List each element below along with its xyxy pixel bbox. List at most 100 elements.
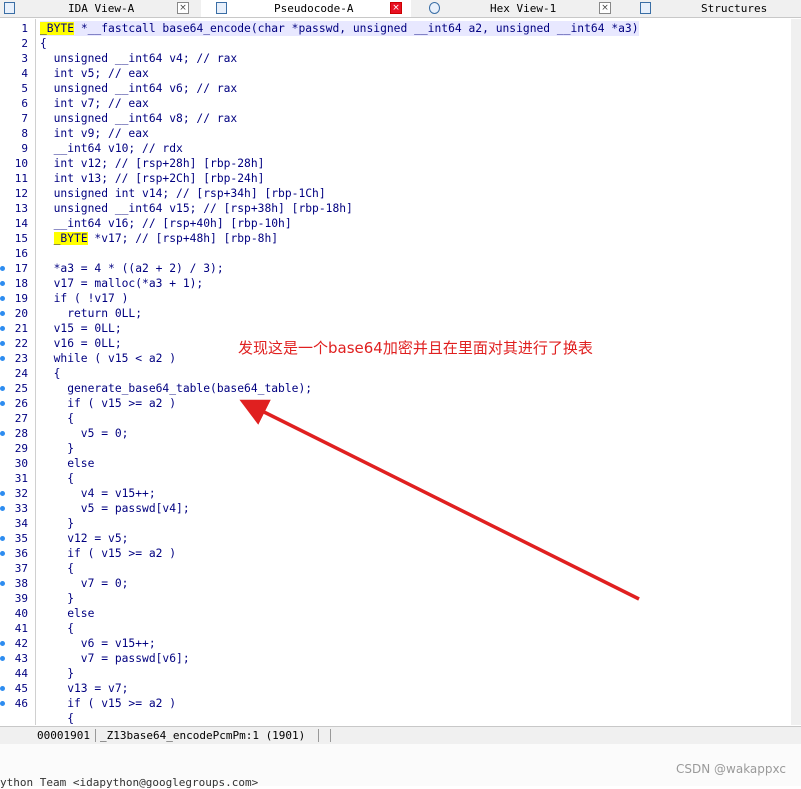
pseudocode-icon <box>216 2 227 14</box>
breakpoint-dot-icon[interactable] <box>0 356 5 361</box>
code-line[interactable]: generate_base64_table(base64_table); <box>40 381 312 396</box>
breakpoint-dot-icon[interactable] <box>0 491 5 496</box>
tab-hex-view-1[interactable]: Hex View-1 × <box>412 0 622 17</box>
tab-label: Hex View-1 <box>490 2 557 15</box>
breakpoint-dot-icon[interactable] <box>0 296 5 301</box>
code-line[interactable]: { <box>40 471 74 486</box>
tab-ida-view-a[interactable]: IDA View-A × <box>0 0 200 17</box>
breakpoint-dot-icon[interactable] <box>0 581 5 586</box>
status-bar: 00001901 _Z13base64_encodePcmPm:1 (1901) <box>0 726 801 744</box>
code-line[interactable]: { <box>40 561 74 576</box>
pseudocode-view[interactable]: _BYTE *__fastcall base64_encode(char *pa… <box>35 19 801 725</box>
structures-icon <box>640 2 651 14</box>
code-line[interactable]: unsigned int v14; // [rsp+34h] [rbp-1Ch] <box>40 186 326 201</box>
hex-view-icon <box>429 2 440 14</box>
breakpoint-dot-icon[interactable] <box>0 326 5 331</box>
code-line[interactable]: v4 = v15++; <box>40 486 156 501</box>
code-line[interactable]: { <box>40 36 47 51</box>
code-line[interactable]: int v13; // [rsp+2Ch] [rbp-24h] <box>40 171 265 186</box>
line-number: 6 <box>21 97 28 110</box>
breakpoint-dot-icon[interactable] <box>0 536 5 541</box>
code-line[interactable]: v5 = 0; <box>40 426 129 441</box>
code-line[interactable]: unsigned __int64 v4; // rax <box>40 51 238 66</box>
code-line[interactable]: if ( v15 >= a2 ) <box>40 546 176 561</box>
status-function: _Z13base64_encodePcmPm:1 (1901) <box>100 729 306 742</box>
line-number: 13 <box>14 202 28 215</box>
code-line[interactable]: { <box>40 366 61 381</box>
breakpoint-dot-icon[interactable] <box>0 551 5 556</box>
line-number: 44 <box>14 667 28 680</box>
close-icon[interactable]: × <box>390 2 402 14</box>
breakpoint-dot-icon[interactable] <box>0 701 5 706</box>
tab-pseudocode-a[interactable]: Pseudocode-A × <box>201 0 411 17</box>
watermark: CSDN @wakappxc <box>676 762 787 776</box>
code-line[interactable]: __int64 v16; // [rsp+40h] [rbp-10h] <box>40 216 292 231</box>
ida-view-icon <box>4 2 15 14</box>
code-line[interactable]: v13 = v7; <box>40 681 128 696</box>
code-line[interactable]: } <box>40 516 74 531</box>
code-line[interactable]: v16 = 0LL; <box>40 336 122 351</box>
code-line[interactable]: unsigned __int64 v6; // rax <box>40 81 238 96</box>
code-line[interactable]: { <box>40 711 74 726</box>
breakpoint-dot-icon[interactable] <box>0 656 5 661</box>
code-line[interactable]: { <box>40 411 74 426</box>
code-line[interactable]: } <box>40 441 74 456</box>
code-line[interactable]: v17 = malloc(*a3 + 1); <box>40 276 204 291</box>
annotation-text: 发现这是一个base64加密并且在里面对其进行了换表 <box>238 339 593 357</box>
code-line[interactable]: { <box>40 621 74 636</box>
code-line[interactable]: else <box>40 456 94 471</box>
tab-structures[interactable]: Structures <box>623 0 801 17</box>
code-line[interactable]: if ( !v17 ) <box>40 291 129 306</box>
breakpoint-dot-icon[interactable] <box>0 266 5 271</box>
vertical-scrollbar[interactable] <box>791 19 801 725</box>
line-number: 34 <box>14 517 28 530</box>
line-number: 12 <box>14 187 28 200</box>
breakpoint-dot-icon[interactable] <box>0 686 5 691</box>
code-line[interactable]: int v7; // eax <box>40 96 149 111</box>
code-line[interactable]: return 0LL; <box>40 306 142 321</box>
code-line[interactable]: v12 = v5; <box>40 531 128 546</box>
status-separator <box>330 729 331 742</box>
code-line[interactable]: v6 = v15++; <box>40 636 156 651</box>
code-line[interactable]: if ( v15 >= a2 ) <box>40 396 176 411</box>
breakpoint-dot-icon[interactable] <box>0 386 5 391</box>
code-line[interactable]: v7 = 0; <box>40 576 129 591</box>
breakpoint-dot-icon[interactable] <box>0 506 5 511</box>
code-line[interactable]: while ( v15 < a2 ) <box>40 351 176 366</box>
line-number: 16 <box>14 247 28 260</box>
line-number: 39 <box>14 592 28 605</box>
code-line[interactable]: } <box>40 591 74 606</box>
close-icon[interactable]: × <box>177 2 189 14</box>
code-line[interactable]: unsigned __int64 v8; // rax <box>40 111 238 126</box>
code-line[interactable]: int v5; // eax <box>40 66 149 81</box>
tab-label: Pseudocode-A <box>274 2 354 15</box>
line-number: 30 <box>14 457 28 470</box>
code-line[interactable]: _BYTE *__fastcall base64_encode(char *pa… <box>40 21 639 36</box>
code-line[interactable]: unsigned __int64 v15; // [rsp+38h] [rbp-… <box>40 201 353 216</box>
tab-label: Structures <box>701 2 768 15</box>
breakpoint-dot-icon[interactable] <box>0 401 5 406</box>
breakpoint-dot-icon[interactable] <box>0 641 5 646</box>
code-line[interactable]: int v12; // [rsp+28h] [rbp-28h] <box>40 156 265 171</box>
breakpoint-dot-icon[interactable] <box>0 431 5 436</box>
code-line[interactable]: if ( v15 >= a2 ) <box>40 696 176 711</box>
line-number: 41 <box>14 622 28 635</box>
code-line[interactable]: *a3 = 4 * ((a2 + 2) / 3); <box>40 261 224 276</box>
breakpoint-dot-icon[interactable] <box>0 311 5 316</box>
line-number-gutter: 1 2 3 4 5 6 7 8 9 10 11 12 13 14 15 16 17 18 19 20 21 22 23 24 2… <box>0 19 34 725</box>
close-icon[interactable]: × <box>599 2 611 14</box>
line-number: 1 <box>21 22 28 35</box>
breakpoint-dot-icon[interactable] <box>0 341 5 346</box>
code-line[interactable]: __int64 v10; // rdx <box>40 141 183 156</box>
code-line[interactable]: v15 = 0LL; <box>40 321 122 336</box>
code-text: *v17; // [rsp+48h] [rbp-8h] <box>87 232 279 245</box>
code-line[interactable]: int v9; // eax <box>40 126 149 141</box>
code-line[interactable]: else <box>40 606 94 621</box>
status-separator <box>95 729 96 742</box>
code-line[interactable]: _BYTE *v17; // [rsp+48h] [rbp-8h] <box>40 231 278 246</box>
code-line[interactable]: v5 = passwd[v4]; <box>40 501 190 516</box>
code-line[interactable]: } <box>40 666 74 681</box>
breakpoint-dot-icon[interactable] <box>0 281 5 286</box>
code-line[interactable]: v7 = passwd[v6]; <box>40 651 190 666</box>
